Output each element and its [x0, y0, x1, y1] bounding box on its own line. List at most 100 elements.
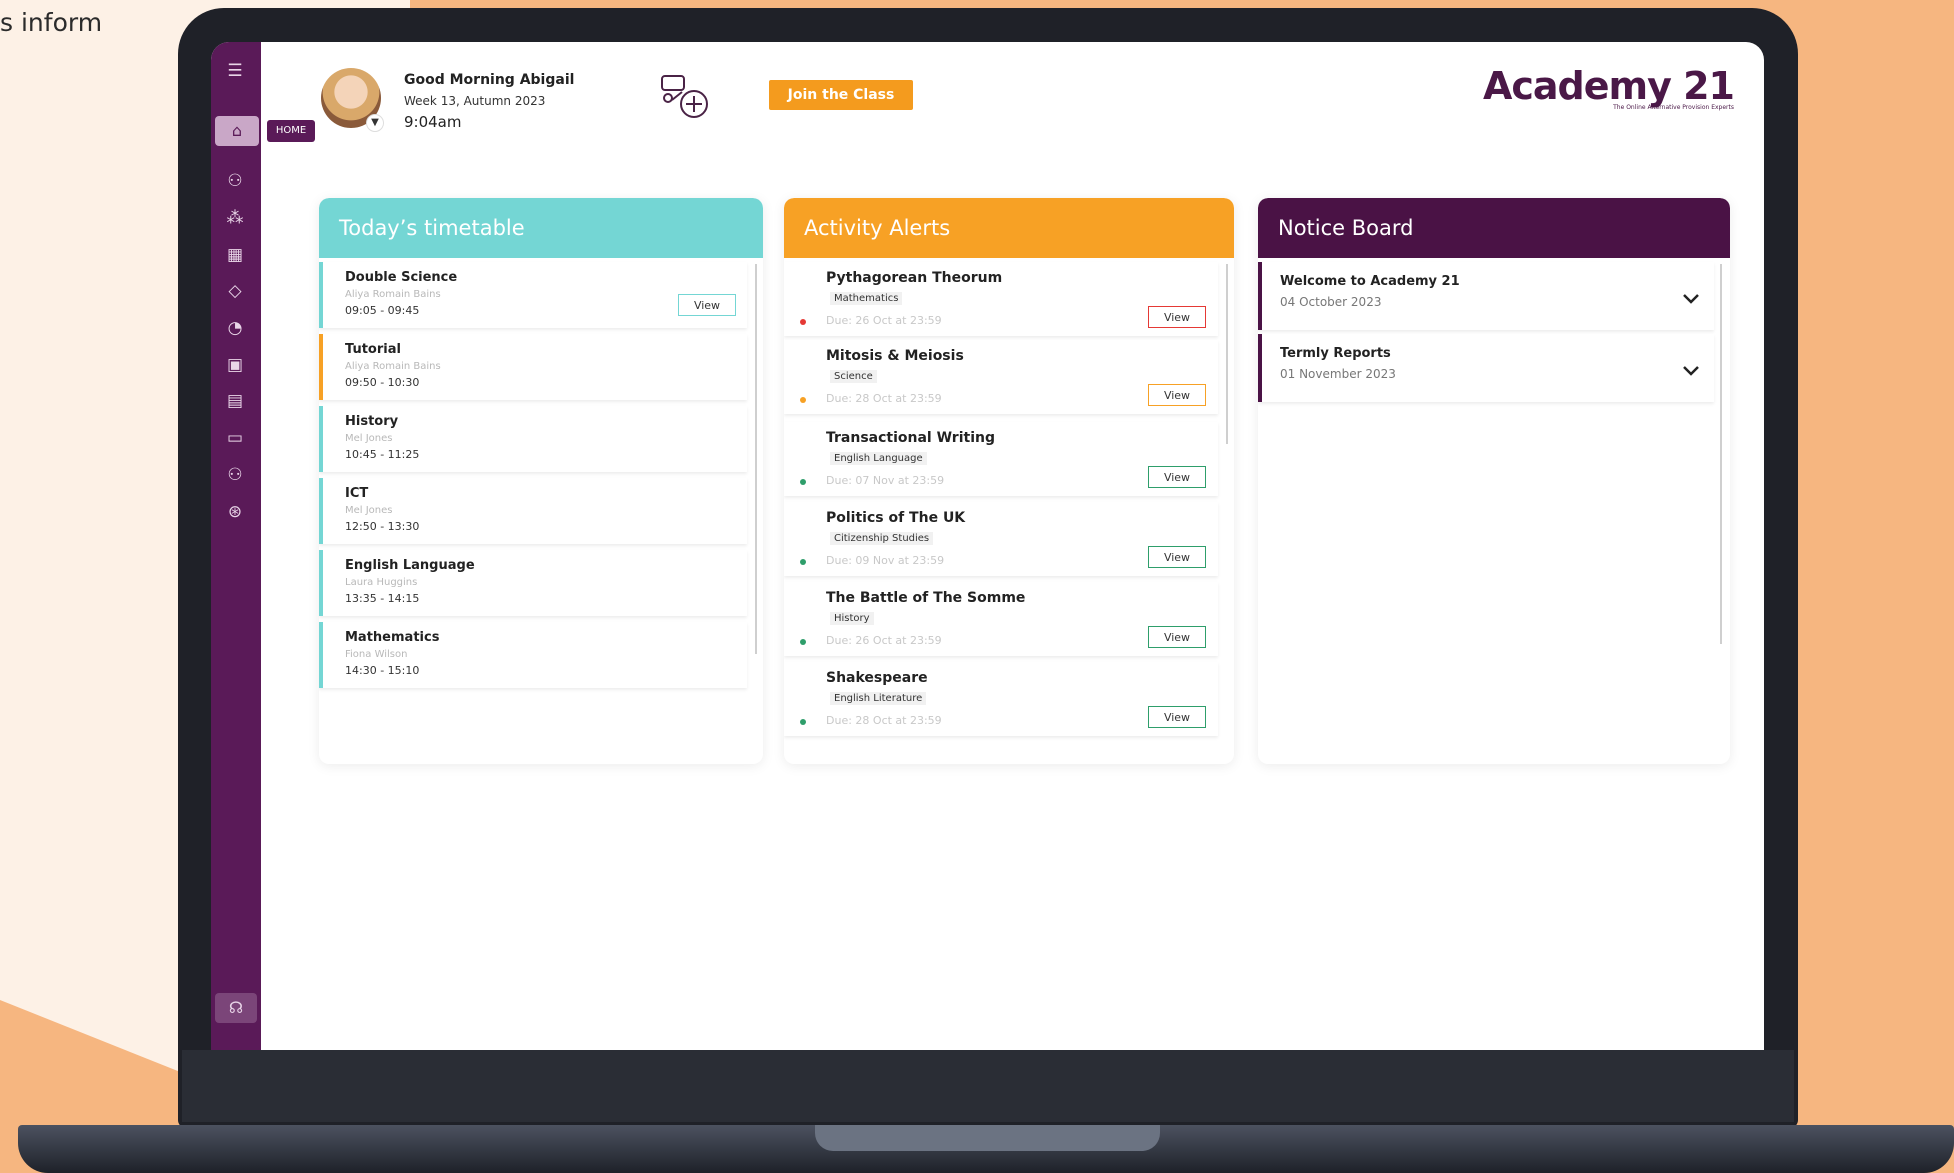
notice-item[interactable]: Termly Reports 01 November 2023 — [1258, 334, 1714, 402]
notice-date: 01 November 2023 — [1280, 367, 1396, 381]
view-button[interactable]: View — [1148, 706, 1206, 728]
timetable-title: Today’s timetable — [319, 198, 763, 258]
activity-alerts-title: Activity Alerts — [784, 198, 1234, 258]
subject-label: Tutorial — [345, 342, 401, 357]
notice-date: 04 October 2023 — [1280, 295, 1382, 309]
menu-icon[interactable]: ☰ — [222, 58, 248, 84]
chevron-down-icon[interactable] — [1680, 292, 1702, 310]
home-tooltip: HOME — [267, 120, 315, 142]
subject-label: Mathematics — [345, 630, 440, 645]
activity-row[interactable]: Mitosis & Meiosis Science Due: 28 Oct at… — [784, 340, 1218, 414]
subject-label: English Language — [345, 558, 475, 573]
activity-row[interactable]: Pythagorean Theorum Mathematics Due: 26 … — [784, 262, 1218, 336]
due-label: Due: 28 Oct at 23:59 — [826, 392, 942, 405]
subject-label: History — [345, 414, 399, 429]
activity-scrollbar[interactable] — [1226, 264, 1228, 444]
due-label: Due: 28 Oct at 23:59 — [826, 714, 942, 727]
activity-alerts-panel: Activity Alerts Pythagorean Theorum Math… — [784, 198, 1234, 764]
add-class-icon[interactable] — [658, 70, 714, 122]
timetable-row[interactable]: Mathematics Fiona Wilson 14:30 - 15:10 — [319, 622, 747, 688]
chevron-down-icon[interactable]: ▼ — [366, 114, 384, 132]
timetable-panel: Today’s timetable Double Science Aliya R… — [319, 198, 763, 764]
time-label: 10:45 - 11:25 — [345, 448, 420, 461]
time-label: 09:05 - 09:45 — [345, 304, 420, 317]
user-icon[interactable]: ⚇ — [222, 168, 248, 194]
side-text: s inform — [0, 8, 103, 37]
time-label: 12:50 - 13:30 — [345, 520, 420, 533]
view-button[interactable]: View — [1148, 466, 1206, 488]
view-button[interactable]: View — [1148, 306, 1206, 328]
category-badge: History — [830, 612, 874, 625]
image-icon[interactable]: ▣ — [222, 352, 248, 378]
teacher-label: Mel Jones — [345, 433, 393, 444]
time-label: 9:04am — [404, 113, 462, 131]
notice-title: Termly Reports — [1280, 346, 1391, 361]
people-icon[interactable]: ⚇ — [222, 462, 248, 488]
chart-icon[interactable]: ◔ — [222, 315, 248, 341]
chat-icon[interactable]: ▭ — [222, 425, 248, 451]
notice-title: Welcome to Academy 21 — [1280, 274, 1460, 289]
timetable-row[interactable]: English Language Laura Huggins 13:35 - 1… — [319, 550, 747, 616]
timetable-row[interactable]: History Mel Jones 10:45 - 11:25 — [319, 406, 747, 472]
activity-row[interactable]: Transactional Writing English Language D… — [784, 422, 1218, 496]
calendar-grid-icon[interactable]: ▦ — [222, 242, 248, 268]
academy-21-logo: Academy 21 The Online Alternative Provis… — [1482, 64, 1735, 111]
notice-board-title: Notice Board — [1258, 198, 1730, 258]
activity-row[interactable]: Shakespeare English Literature Due: 28 O… — [784, 662, 1218, 736]
view-button[interactable]: View — [1148, 626, 1206, 648]
status-dot — [800, 639, 806, 645]
teacher-label: Laura Huggins — [345, 577, 418, 588]
timetable-row[interactable]: Tutorial Aliya Romain Bains 09:50 - 10:3… — [319, 334, 747, 400]
activity-title: Shakespeare — [826, 670, 928, 686]
join-class-button[interactable]: Join the Class — [769, 80, 913, 110]
subject-label: ICT — [345, 486, 369, 501]
activity-row[interactable]: The Battle of The Somme History Due: 26 … — [784, 582, 1218, 656]
apps-icon[interactable]: ⁂ — [222, 205, 248, 231]
chevron-down-icon[interactable] — [1680, 364, 1702, 382]
notice-item[interactable]: Welcome to Academy 21 04 October 2023 — [1258, 262, 1714, 330]
activity-row[interactable]: Politics of The UK Citizenship Studies D… — [784, 502, 1218, 576]
week-label: Week 13, Autumn 2023 — [404, 94, 546, 108]
subject-label: Double Science — [345, 270, 458, 285]
help-icon[interactable]: ☊ — [215, 993, 257, 1023]
category-badge: Citizenship Studies — [830, 532, 934, 545]
timetable-row[interactable]: ICT Mel Jones 12:50 - 13:30 — [319, 478, 747, 544]
time-label: 09:50 - 10:30 — [345, 376, 420, 389]
laptop-chin — [182, 1050, 1794, 1122]
laptop-notch — [815, 1125, 1160, 1151]
category-badge: Mathematics — [830, 292, 903, 305]
category-badge: Science — [830, 370, 877, 383]
logo-text: Academy 21 — [1482, 64, 1735, 108]
graduation-cap-icon[interactable]: ◇ — [222, 278, 248, 304]
view-button[interactable]: View — [1148, 546, 1206, 568]
timetable-row[interactable]: Double Science Aliya Romain Bains 09:05 … — [319, 262, 747, 328]
activity-title: The Battle of The Somme — [826, 590, 1026, 606]
home-icon[interactable]: ⌂ — [215, 116, 259, 146]
notice-board-panel: Notice Board Welcome to Academy 21 04 Oc… — [1258, 198, 1730, 764]
activity-title: Pythagorean Theorum — [826, 270, 1003, 286]
status-dot — [800, 397, 806, 403]
settings-icon[interactable]: ⊛ — [222, 499, 248, 525]
category-badge: English Language — [830, 452, 927, 465]
activity-title: Politics of The UK — [826, 510, 966, 526]
view-button[interactable]: View — [1148, 384, 1206, 406]
teacher-label: Aliya Romain Bains — [345, 361, 441, 372]
activity-title: Transactional Writing — [826, 430, 995, 446]
time-label: 14:30 - 15:10 — [345, 664, 420, 677]
teacher-label: Fiona Wilson — [345, 649, 408, 660]
status-dot — [800, 719, 806, 725]
due-label: Due: 26 Oct at 23:59 — [826, 314, 942, 327]
time-label: 13:35 - 14:15 — [345, 592, 420, 605]
greeting: Good Morning Abigail — [404, 72, 575, 88]
timetable-scrollbar[interactable] — [755, 264, 757, 654]
schedule-icon[interactable]: ▤ — [222, 388, 248, 414]
status-dot — [800, 479, 806, 485]
view-button[interactable]: View — [678, 294, 736, 316]
sidebar: ☰ ⌂ ⚇ ⁂ ▦ ◇ ◔ ▣ ▤ ▭ ⚇ ⊛ ☊ — [211, 42, 261, 1050]
notice-scrollbar[interactable] — [1720, 264, 1722, 644]
activity-title: Mitosis & Meiosis — [826, 348, 964, 364]
teacher-label: Mel Jones — [345, 505, 393, 516]
teacher-label: Aliya Romain Bains — [345, 289, 441, 300]
status-dot — [800, 559, 806, 565]
status-dot — [800, 319, 806, 325]
